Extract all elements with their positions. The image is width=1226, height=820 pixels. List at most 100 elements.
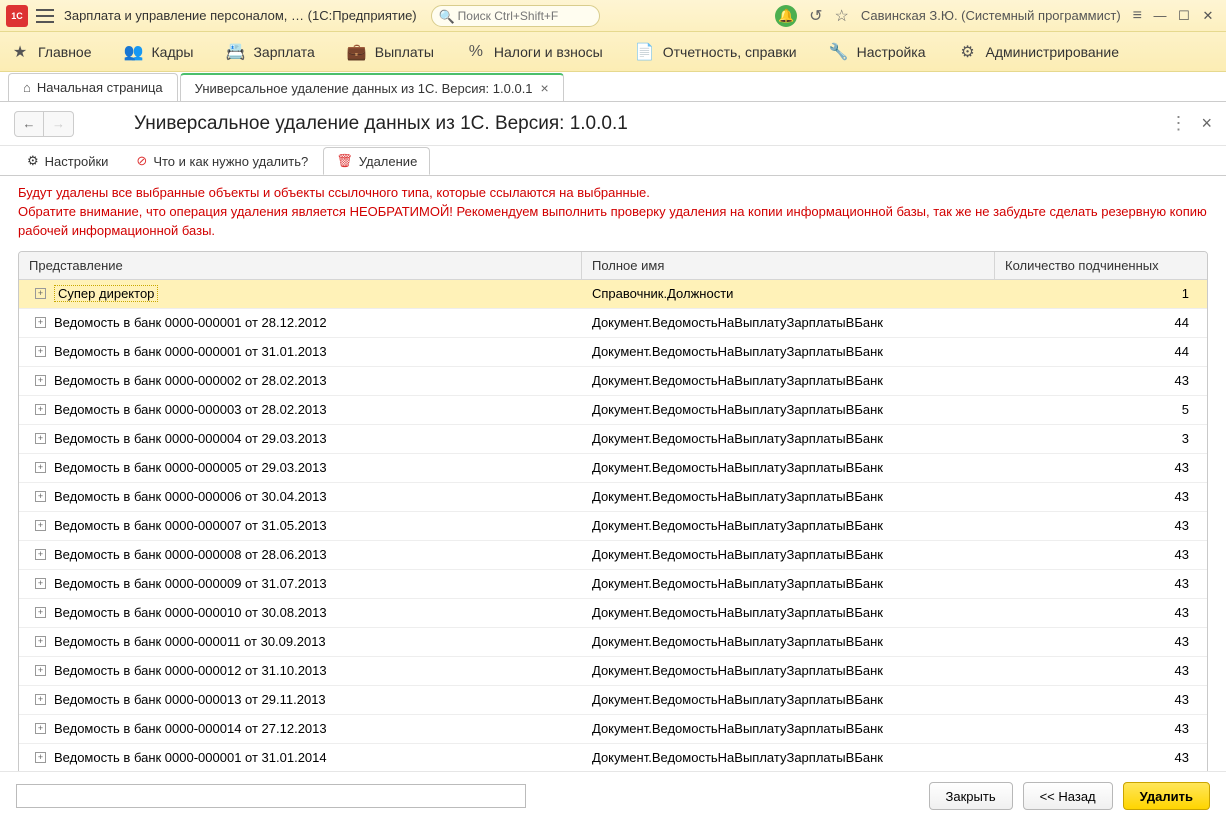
cell-text: Ведомость в банк 0000-000001 от 31.01.20…	[54, 344, 327, 359]
cell-fullname: Документ.ВедомостьНаВыплатуЗарплатыВБанк	[582, 692, 995, 707]
close-window-button[interactable]: ✕	[1196, 4, 1220, 28]
cell-count: 43	[995, 634, 1207, 649]
table-row[interactable]: +Ведомость в банк 0000-000014 от 27.12.2…	[19, 715, 1207, 744]
table-row[interactable]: +Ведомость в банк 0000-000007 от 31.05.2…	[19, 512, 1207, 541]
delete-button[interactable]: Удалить	[1123, 782, 1210, 810]
col-fullname[interactable]: Полное имя	[582, 252, 995, 279]
menu-icon[interactable]	[36, 9, 54, 23]
star-icon: ★	[10, 42, 30, 62]
table-row[interactable]: +Ведомость в банк 0000-000013 от 29.11.2…	[19, 686, 1207, 715]
app-logo-icon: 1C	[6, 5, 28, 27]
cell-fullname: Документ.ВедомостьНаВыплатуЗарплатыВБанк	[582, 605, 995, 620]
table-row[interactable]: +Ведомость в банк 0000-000006 от 30.04.2…	[19, 483, 1207, 512]
table-row[interactable]: +Ведомость в банк 0000-000001 от 31.01.2…	[19, 744, 1207, 773]
menu-admin[interactable]: ⚙Администрирование	[958, 42, 1120, 62]
expand-icon[interactable]: +	[35, 404, 46, 415]
cell-fullname: Документ.ВедомостьНаВыплатуЗарплатыВБанк	[582, 663, 995, 678]
cell-name: +Ведомость в банк 0000-000005 от 29.03.2…	[19, 460, 582, 475]
expand-icon[interactable]: +	[35, 288, 46, 299]
cell-name: +Ведомость в банк 0000-000008 от 28.06.2…	[19, 547, 582, 562]
footer: Закрыть << Назад Удалить	[0, 771, 1226, 820]
menu-salary[interactable]: 📇 Зарплата	[225, 42, 314, 62]
tab-deletion-tool[interactable]: Универсальное удаление данных из 1С. Вер…	[180, 73, 564, 101]
expand-icon[interactable]: +	[35, 636, 46, 647]
tab-label: Удаление	[359, 154, 418, 169]
cell-fullname: Документ.ВедомостьНаВыплатуЗарплатыВБанк	[582, 634, 995, 649]
expand-icon[interactable]: +	[35, 491, 46, 502]
cell-text: Ведомость в банк 0000-000001 от 28.12.20…	[54, 315, 327, 330]
settings-icon[interactable]: ≡	[1133, 7, 1142, 25]
minimize-button[interactable]: —	[1148, 4, 1172, 28]
cell-fullname: Справочник.Должности	[582, 286, 995, 301]
table-row[interactable]: +Ведомость в банк 0000-000004 от 29.03.2…	[19, 425, 1207, 454]
expand-icon[interactable]: +	[35, 462, 46, 473]
menu-settings[interactable]: 🔧Настройка	[829, 42, 926, 62]
calc-icon: 📇	[225, 42, 245, 62]
status-input[interactable]	[16, 784, 526, 808]
table-row[interactable]: +Ведомость в банк 0000-000010 от 30.08.2…	[19, 599, 1207, 628]
tab-settings[interactable]: ⚙Настройки	[14, 147, 121, 175]
search-input[interactable]	[431, 5, 600, 27]
menu-label: Администрирование	[986, 44, 1120, 60]
more-icon[interactable]: ⋮	[1169, 113, 1187, 134]
table-row[interactable]: +Ведомость в банк 0000-000005 от 29.03.2…	[19, 454, 1207, 483]
menu-hr[interactable]: 👥Кадры	[124, 42, 194, 62]
menu-payments[interactable]: 💼Выплаты	[347, 42, 434, 62]
nav-forward-button[interactable]: →	[44, 111, 74, 137]
favorites-icon[interactable]: ☆	[835, 6, 849, 26]
maximize-button[interactable]: ☐	[1172, 4, 1196, 28]
table-row[interactable]: + Ведомость в банк 0000-000002 от 28.02.2…	[19, 367, 1207, 396]
expand-icon[interactable]: +	[35, 346, 46, 357]
table-row[interactable]: +Ведомость в банк 0000-000003 от 28.02.2…	[19, 396, 1207, 425]
table-row[interactable]: +Супер директорСправочник.Должности1	[19, 280, 1207, 309]
back-button[interactable]: << Назад	[1023, 782, 1113, 810]
expand-icon[interactable]: +	[35, 549, 46, 560]
cell-name: +Ведомость в банк 0000-000014 от 27.12.2…	[19, 721, 582, 736]
table-row[interactable]: +Ведомость в банк 0000-000009 от 31.07.2…	[19, 570, 1207, 599]
trash-icon: 🗑	[336, 153, 353, 169]
close-page-button[interactable]: ×	[1201, 113, 1212, 134]
table-row[interactable]: + Ведомость в банк 0000-000001 от 31.01.2…	[19, 338, 1207, 367]
table-row[interactable]: +Ведомость в банк 0000-000011 от 30.09.2…	[19, 628, 1207, 657]
tab-home[interactable]: ⌂ Начальная страница	[8, 73, 178, 101]
expand-icon[interactable]: +	[35, 694, 46, 705]
expand-icon[interactable]: +	[35, 375, 46, 386]
notifications-icon[interactable]: 🔔	[775, 5, 797, 27]
expand-icon[interactable]: +	[35, 520, 46, 531]
col-count[interactable]: Количество подчиненных	[995, 252, 1207, 279]
tab-what-delete[interactable]: ⊘Что и как нужно удалить?	[123, 147, 321, 175]
cell-fullname: Документ.ВедомостьНаВыплатуЗарплатыВБанк	[582, 518, 995, 533]
expand-icon[interactable]: +	[35, 317, 46, 328]
cell-name: + Ведомость в банк 0000-000001 от 31.01.2…	[19, 344, 582, 359]
menu-reports[interactable]: 📄Отчетность, справки	[635, 42, 797, 62]
global-search[interactable]: 🔍	[431, 5, 600, 27]
tab-deletion[interactable]: 🗑 Удаление	[323, 147, 430, 175]
expand-icon[interactable]: +	[35, 578, 46, 589]
table-row[interactable]: +Ведомость в банк 0000-000008 от 28.06.2…	[19, 541, 1207, 570]
menu-taxes[interactable]: %Налоги и взносы	[466, 42, 603, 62]
expand-icon[interactable]: +	[35, 752, 46, 763]
table-body[interactable]: +Супер директорСправочник.Должности1+Вед…	[19, 280, 1207, 776]
close-button[interactable]: Закрыть	[929, 782, 1013, 810]
expand-icon[interactable]: +	[35, 607, 46, 618]
cell-count: 44	[995, 344, 1207, 359]
cell-text: Ведомость в банк 0000-000002 от 28.02.20…	[54, 373, 327, 388]
menu-main[interactable]: ★Главное	[10, 42, 92, 62]
wallet-icon: 💼	[347, 42, 367, 62]
col-name[interactable]: Представление	[19, 252, 582, 279]
tab-label: Универсальное удаление данных из 1С. Вер…	[195, 81, 533, 96]
current-user[interactable]: Савинская З.Ю. (Системный программист)	[861, 8, 1121, 23]
report-icon: 📄	[635, 42, 655, 62]
history-icon[interactable]: ↺	[809, 6, 822, 26]
cell-count: 43	[995, 721, 1207, 736]
expand-icon[interactable]: +	[35, 665, 46, 676]
nav-back-button[interactable]: ←	[14, 111, 44, 137]
close-tab-icon[interactable]: ×	[541, 80, 549, 96]
cell-fullname: Документ.ВедомостьНаВыплатуЗарплатыВБанк	[582, 431, 995, 446]
table-row[interactable]: + Ведомость в банк 0000-000001 от 28.12.2…	[19, 309, 1207, 338]
expand-icon[interactable]: +	[35, 433, 46, 444]
expand-icon[interactable]: +	[35, 723, 46, 734]
cell-count: 43	[995, 750, 1207, 765]
table-row[interactable]: +Ведомость в банк 0000-000012 от 31.10.2…	[19, 657, 1207, 686]
menu-label: Зарплата	[253, 44, 314, 60]
